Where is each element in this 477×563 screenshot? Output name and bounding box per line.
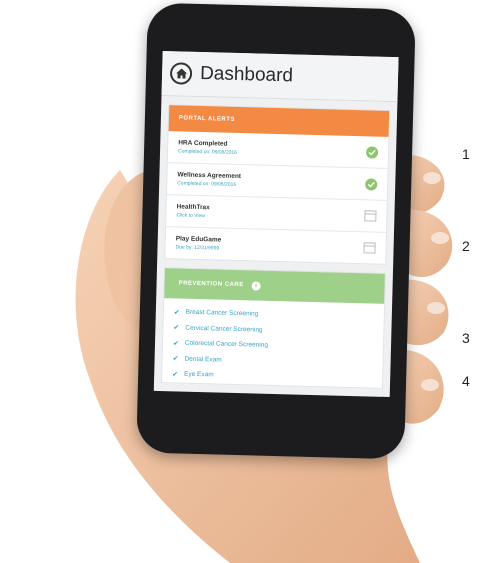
alert-link[interactable]: Click to View	[176, 212, 209, 219]
portal-alerts-card: PORTAL ALERTS HRA Completed Completed on…	[164, 104, 391, 265]
page-title: Dashboard	[199, 62, 294, 87]
checkmark-icon: ✔	[172, 355, 179, 363]
callout-number-1: 1	[462, 146, 470, 162]
calendar-icon	[363, 242, 376, 254]
list-item-label: Colorectal Cancer Screening	[184, 339, 269, 350]
dashboard-header: Dashboard	[161, 50, 399, 103]
check-circle-icon	[365, 177, 378, 191]
calendar-icon	[364, 210, 377, 222]
home-icon[interactable]	[169, 62, 193, 85]
checkmark-icon: ✔	[173, 309, 180, 317]
list-item-label: Breast Cancer Screening	[185, 308, 259, 318]
checkmark-icon: ✔	[172, 371, 179, 379]
list-item-label: Cervical Cancer Screening	[185, 324, 263, 334]
phone-device: Dashboard PORTAL ALERTS HRA Completed Co…	[136, 2, 416, 460]
callout-number-2: 2	[462, 238, 470, 254]
checkmark-icon: ✔	[172, 340, 179, 348]
callout-number-3: 3	[462, 330, 470, 346]
prevention-care-card: PREVENTION CARE i ✔ Breast Cancer Screen…	[160, 267, 386, 389]
alert-title: HRA Completed	[178, 139, 228, 148]
alert-title: Play EduGame	[175, 235, 222, 244]
checkmark-icon: ✔	[173, 324, 180, 332]
prevention-list: ✔ Breast Cancer Screening ✔ Cervical Can…	[162, 298, 384, 387]
prevention-care-label: PREVENTION CARE	[178, 280, 244, 289]
callout-number-4: 4	[462, 373, 470, 389]
alert-subtitle: Completed on: 09/06/2016	[177, 180, 237, 188]
info-icon[interactable]: i	[251, 280, 261, 291]
alert-title: Wellness Agreement	[177, 171, 242, 181]
phone-screen: Dashboard PORTAL ALERTS HRA Completed Co…	[153, 50, 399, 398]
alert-item[interactable]: Play EduGame Due by: 12/31/9999	[165, 227, 386, 264]
alert-subtitle: Completed on: 09/08/2016	[177, 148, 238, 156]
list-item-label: Eye Exam	[183, 370, 214, 379]
check-circle-icon	[365, 145, 379, 159]
list-item-label: Dental Exam	[184, 355, 222, 364]
alert-subtitle: Due by: 12/31/9999	[175, 244, 220, 252]
alert-title: HealthTrax	[176, 203, 210, 212]
